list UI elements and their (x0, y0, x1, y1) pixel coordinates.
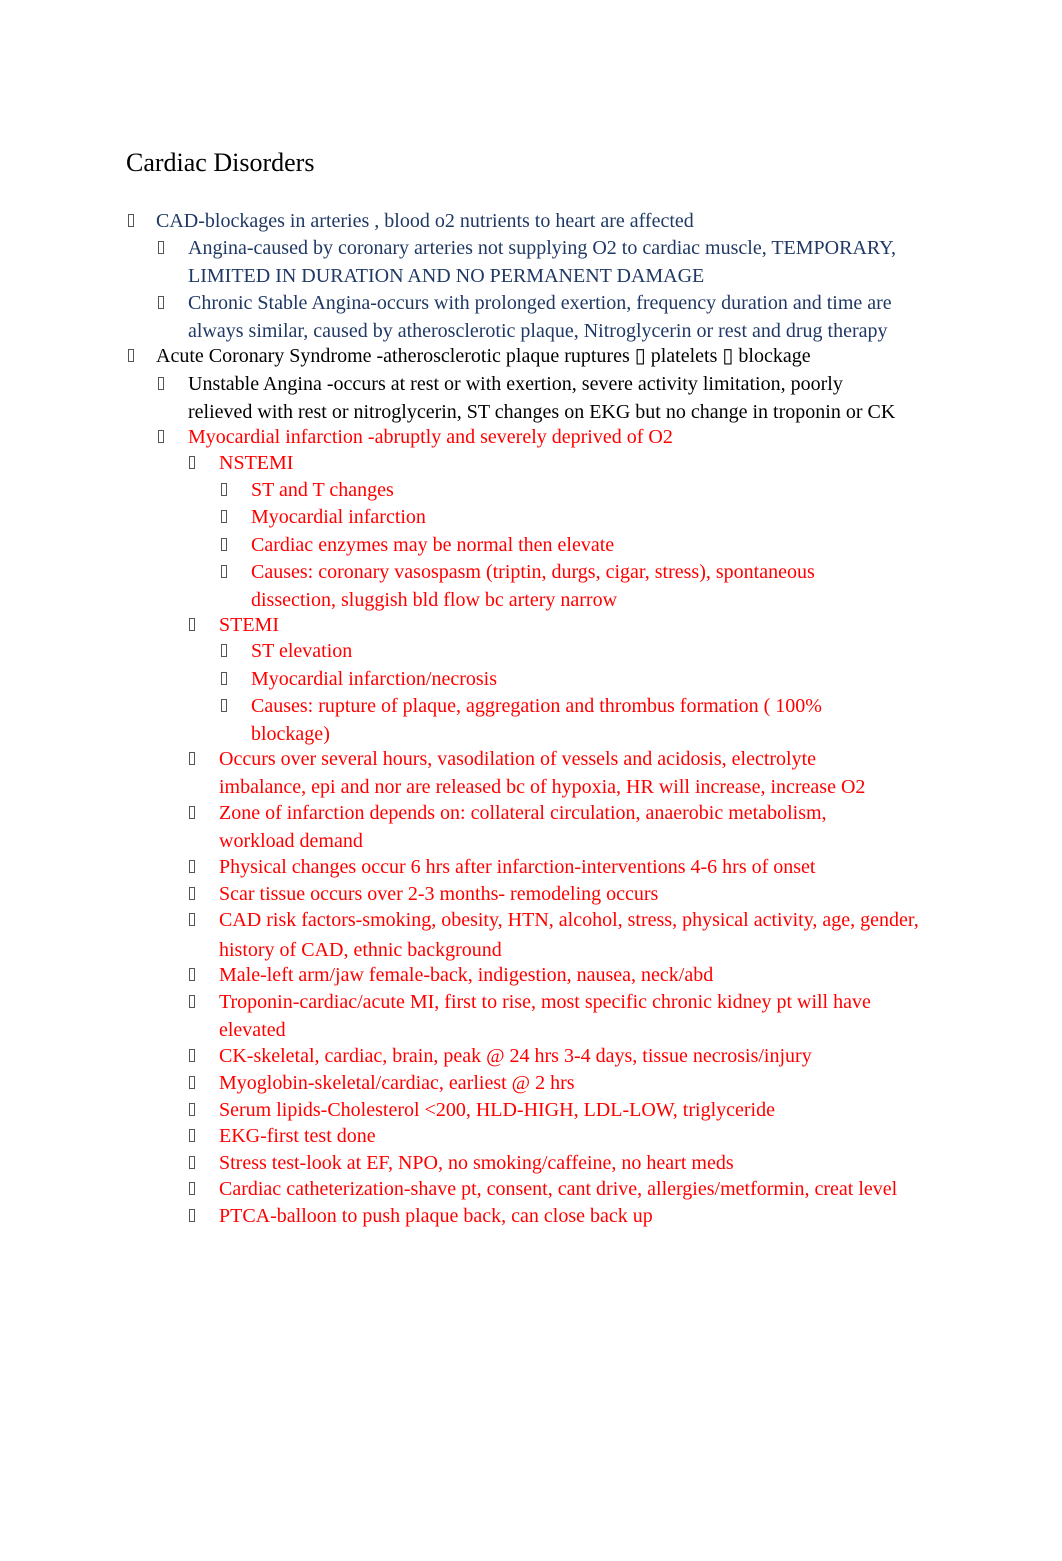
list-item-text: Male-left arm/jaw female-back, indigesti… (219, 964, 714, 986)
bullet-icon (189, 1049, 195, 1062)
bullet-icon (128, 349, 134, 362)
bullet-icon (221, 538, 227, 551)
bullet-icon (189, 456, 195, 469)
list-item-text: Zone of infarction depends on: collatera… (219, 802, 827, 824)
list-item-text: Causes: rupture of plaque, aggregation a… (251, 695, 822, 717)
list-item-text: ST and T changes (251, 479, 394, 501)
bullet-icon (189, 618, 195, 631)
bullet-icon (189, 1209, 195, 1222)
bullet-icon (189, 1156, 195, 1169)
list-item-text: CAD-blockages in arteries , blood o2 nut… (156, 210, 694, 232)
list-item-text: STEMI (219, 614, 279, 636)
bullet-icon (158, 377, 164, 390)
list-item-text: Myocardial infarction -abruptly and seve… (188, 426, 673, 448)
bullet-icon (158, 430, 164, 443)
bullet-icon (189, 1076, 195, 1089)
list-item-text-continued: dissection, sluggish bld flow bc artery … (251, 589, 618, 611)
list-item-text: Unstable Angina -occurs at rest or with … (188, 373, 843, 395)
bullet-icon (189, 995, 195, 1008)
bullet-icon (189, 860, 195, 873)
bullet-icon (221, 644, 227, 657)
list-item-text: Myoglobin-skeletal/cardiac, earliest @ 2… (219, 1072, 575, 1094)
list-item-text-continued: LIMITED IN DURATION AND NO PERMANENT DAM… (188, 265, 705, 287)
bullet-icon (158, 296, 164, 309)
list-item-text-continued: elevated (219, 1019, 286, 1041)
list-item-text: Troponin-cardiac/acute MI, first to rise… (219, 991, 871, 1013)
list-item-text: ST elevation (251, 640, 353, 662)
bullet-icon (221, 699, 227, 712)
list-item-text: Chronic Stable Angina-occurs with prolon… (188, 292, 892, 314)
bullet-icon (189, 1182, 195, 1195)
list-item-text: CAD risk factors-smoking, obesity, HTN, … (219, 909, 919, 931)
bullet-icon (189, 1103, 195, 1116)
list-item-text-continued: workload demand (219, 830, 363, 852)
bullet-icon (221, 510, 227, 523)
list-item-text: Physical changes occur 6 hrs after infar… (219, 856, 816, 878)
list-item-text: Cardiac catheterization-shave pt, consen… (219, 1178, 898, 1200)
list-item-text-continued: blockage) (251, 723, 330, 745)
list-item-text: PTCA-balloon to push plaque back, can cl… (219, 1205, 653, 1227)
bullet-icon (189, 806, 195, 819)
bullet-icon (189, 1129, 195, 1142)
document-page: Cardiac Disorders CAD-blockages in arter… (0, 0, 1062, 1561)
list-item-text: NSTEMI (219, 452, 294, 474)
page-title: Cardiac Disorders (126, 148, 315, 177)
list-item-text: Cardiac enzymes may be normal then eleva… (251, 534, 615, 556)
bullet-icon (221, 565, 227, 578)
bullet-icon (128, 214, 134, 227)
bullet-icon (158, 241, 164, 254)
list-item-text: Serum lipids-Cholesterol <200, HLD-HIGH,… (219, 1099, 775, 1121)
list-item-text: CK-skeletal, cardiac, brain, peak @ 24 h… (219, 1045, 812, 1067)
bullet-icon (189, 968, 195, 981)
bullet-icon (189, 752, 195, 765)
list-item-text: EKG-first test done (219, 1125, 376, 1147)
bullet-icon (189, 887, 195, 900)
list-item-text: Myocardial infarction (251, 506, 426, 528)
list-item-text: Acute Coronary Syndrome -atherosclerotic… (156, 345, 811, 367)
list-item-text-continued: history of CAD, ethnic background (219, 939, 502, 961)
bullet-icon (221, 672, 227, 685)
list-item-text: Angina-caused by coronary arteries not s… (188, 237, 897, 259)
list-item-text: Causes: coronary vasospasm (triptin, dur… (251, 561, 815, 583)
list-item-text-continued: relieved with rest or nitroglycerin, ST … (188, 401, 896, 423)
list-item-text-continued: imbalance, epi and nor are released bc o… (219, 776, 866, 798)
bullet-icon (221, 483, 227, 496)
bullet-icon (189, 913, 195, 926)
list-item-text: Myocardial infarction/necrosis (251, 668, 498, 690)
list-item-text: Stress test-look at EF, NPO, no smoking/… (219, 1152, 734, 1174)
list-item-text: Occurs over several hours, vasodilation … (219, 748, 817, 770)
list-item-text-continued: always similar, caused by atheroscleroti… (188, 320, 888, 342)
list-item-text: Scar tissue occurs over 2-3 months- remo… (219, 883, 659, 905)
